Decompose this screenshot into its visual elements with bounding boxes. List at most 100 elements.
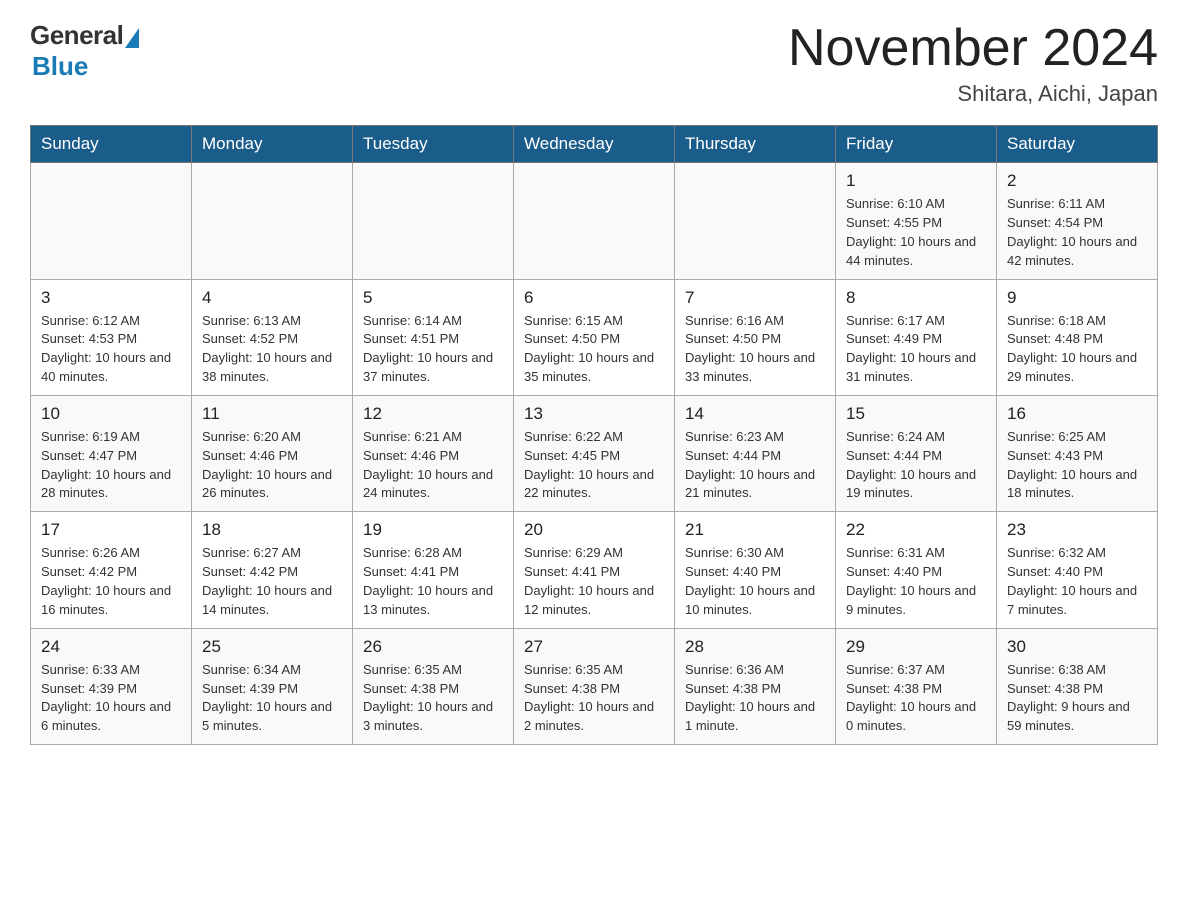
- day-info: Sunrise: 6:25 AMSunset: 4:43 PMDaylight:…: [1007, 428, 1147, 503]
- day-number: 16: [1007, 404, 1147, 424]
- table-row: 23 Sunrise: 6:32 AMSunset: 4:40 PMDayligh…: [997, 512, 1158, 628]
- day-info: Sunrise: 6:37 AMSunset: 4:38 PMDaylight:…: [846, 661, 986, 736]
- day-number: 9: [1007, 288, 1147, 308]
- page-header: General Blue November 2024 Shitara, Aich…: [30, 20, 1158, 107]
- table-row: 30Sunrise: 6:38 AMSunset: 4:38 PMDayligh…: [997, 628, 1158, 744]
- day-number: 27: [524, 637, 664, 657]
- day-number: 21: [685, 520, 825, 540]
- table-row: 10 Sunrise: 6:19 AMSunset: 4:47 PMDayligh…: [31, 395, 192, 511]
- day-number: 23: [1007, 520, 1147, 540]
- day-info: Sunrise: 6:29 AMSunset: 4:41 PMDaylight:…: [524, 544, 664, 619]
- day-info: Sunrise: 6:23 AMSunset: 4:44 PMDaylight:…: [685, 428, 825, 503]
- table-row: 11Sunrise: 6:20 AMSunset: 4:46 PMDayligh…: [192, 395, 353, 511]
- table-row: [192, 163, 353, 279]
- day-number: 14: [685, 404, 825, 424]
- logo-triangle-icon: [125, 28, 139, 48]
- day-number: 18: [202, 520, 342, 540]
- col-monday: Monday: [192, 126, 353, 163]
- table-row: 22 Sunrise: 6:31 AMSunset: 4:40 PMDayligh…: [836, 512, 997, 628]
- day-number: 25: [202, 637, 342, 657]
- col-wednesday: Wednesday: [514, 126, 675, 163]
- table-row: 27 Sunrise: 6:35 AMSunset: 4:38 PMDayligh…: [514, 628, 675, 744]
- table-row: 2 Sunrise: 6:11 AMSunset: 4:54 PMDaylight…: [997, 163, 1158, 279]
- table-row: 6 Sunrise: 6:15 AMSunset: 4:50 PMDaylight…: [514, 279, 675, 395]
- day-info: Sunrise: 6:26 AMSunset: 4:42 PMDaylight:…: [41, 544, 181, 619]
- table-row: 12 Sunrise: 6:21 AMSunset: 4:46 PMDayligh…: [353, 395, 514, 511]
- day-number: 20: [524, 520, 664, 540]
- title-area: November 2024 Shitara, Aichi, Japan: [788, 20, 1158, 107]
- table-row: 26 Sunrise: 6:35 AMSunset: 4:38 PMDayligh…: [353, 628, 514, 744]
- day-info: Sunrise: 6:12 AMSunset: 4:53 PMDaylight:…: [41, 312, 181, 387]
- table-row: [675, 163, 836, 279]
- day-info: Sunrise: 6:10 AMSunset: 4:55 PMDaylight:…: [846, 195, 986, 270]
- day-number: 1: [846, 171, 986, 191]
- day-info: Sunrise: 6:18 AMSunset: 4:48 PMDaylight:…: [1007, 312, 1147, 387]
- table-row: 28 Sunrise: 6:36 AMSunset: 4:38 PMDayligh…: [675, 628, 836, 744]
- table-row: [31, 163, 192, 279]
- day-info: Sunrise: 6:15 AMSunset: 4:50 PMDaylight:…: [524, 312, 664, 387]
- day-info: Sunrise: 6:36 AMSunset: 4:38 PMDaylight:…: [685, 661, 825, 736]
- table-row: [353, 163, 514, 279]
- day-number: 26: [363, 637, 503, 657]
- logo: General Blue: [30, 20, 139, 82]
- table-row: 7 Sunrise: 6:16 AMSunset: 4:50 PMDaylight…: [675, 279, 836, 395]
- day-number: 19: [363, 520, 503, 540]
- day-number: 22: [846, 520, 986, 540]
- table-row: 17 Sunrise: 6:26 AMSunset: 4:42 PMDayligh…: [31, 512, 192, 628]
- day-number: 12: [363, 404, 503, 424]
- table-row: 16 Sunrise: 6:25 AMSunset: 4:43 PMDayligh…: [997, 395, 1158, 511]
- day-info: Sunrise: 6:31 AMSunset: 4:40 PMDaylight:…: [846, 544, 986, 619]
- day-number: 28: [685, 637, 825, 657]
- day-number: 6: [524, 288, 664, 308]
- day-number: 2: [1007, 171, 1147, 191]
- col-thursday: Thursday: [675, 126, 836, 163]
- table-row: 20 Sunrise: 6:29 AMSunset: 4:41 PMDayligh…: [514, 512, 675, 628]
- table-row: 9 Sunrise: 6:18 AMSunset: 4:48 PMDaylight…: [997, 279, 1158, 395]
- calendar-week-row: 3 Sunrise: 6:12 AMSunset: 4:53 PMDaylight…: [31, 279, 1158, 395]
- day-info: Sunrise: 6:33 AMSunset: 4:39 PMDaylight:…: [41, 661, 181, 736]
- day-info: Sunrise: 6:13 AMSunset: 4:52 PMDaylight:…: [202, 312, 342, 387]
- day-number: 24: [41, 637, 181, 657]
- table-row: 21Sunrise: 6:30 AMSunset: 4:40 PMDayligh…: [675, 512, 836, 628]
- table-row: 4 Sunrise: 6:13 AMSunset: 4:52 PMDaylight…: [192, 279, 353, 395]
- day-info: Sunrise: 6:19 AMSunset: 4:47 PMDaylight:…: [41, 428, 181, 503]
- day-info: Sunrise: 6:16 AMSunset: 4:50 PMDaylight:…: [685, 312, 825, 387]
- day-info: Sunrise: 6:35 AMSunset: 4:38 PMDaylight:…: [363, 661, 503, 736]
- table-row: 1 Sunrise: 6:10 AMSunset: 4:55 PMDaylight…: [836, 163, 997, 279]
- day-number: 5: [363, 288, 503, 308]
- day-info: Sunrise: 6:11 AMSunset: 4:54 PMDaylight:…: [1007, 195, 1147, 270]
- table-row: 24 Sunrise: 6:33 AMSunset: 4:39 PMDayligh…: [31, 628, 192, 744]
- table-row: 29 Sunrise: 6:37 AMSunset: 4:38 PMDayligh…: [836, 628, 997, 744]
- day-info: Sunrise: 6:32 AMSunset: 4:40 PMDaylight:…: [1007, 544, 1147, 619]
- col-sunday: Sunday: [31, 126, 192, 163]
- day-info: Sunrise: 6:21 AMSunset: 4:46 PMDaylight:…: [363, 428, 503, 503]
- day-number: 29: [846, 637, 986, 657]
- table-row: 8Sunrise: 6:17 AMSunset: 4:49 PMDaylight…: [836, 279, 997, 395]
- day-number: 15: [846, 404, 986, 424]
- calendar-table: Sunday Monday Tuesday Wednesday Thursday…: [30, 125, 1158, 745]
- table-row: [514, 163, 675, 279]
- logo-general-text: General: [30, 20, 123, 51]
- day-number: 13: [524, 404, 664, 424]
- calendar-week-row: 17 Sunrise: 6:26 AMSunset: 4:42 PMDayligh…: [31, 512, 1158, 628]
- table-row: 3 Sunrise: 6:12 AMSunset: 4:53 PMDaylight…: [31, 279, 192, 395]
- day-info: Sunrise: 6:14 AMSunset: 4:51 PMDaylight:…: [363, 312, 503, 387]
- calendar-week-row: 1 Sunrise: 6:10 AMSunset: 4:55 PMDaylight…: [31, 163, 1158, 279]
- table-row: 13Sunrise: 6:22 AMSunset: 4:45 PMDayligh…: [514, 395, 675, 511]
- day-number: 4: [202, 288, 342, 308]
- day-info: Sunrise: 6:27 AMSunset: 4:42 PMDaylight:…: [202, 544, 342, 619]
- calendar-week-row: 24 Sunrise: 6:33 AMSunset: 4:39 PMDayligh…: [31, 628, 1158, 744]
- day-number: 30: [1007, 637, 1147, 657]
- table-row: 15 Sunrise: 6:24 AMSunset: 4:44 PMDayligh…: [836, 395, 997, 511]
- day-info: Sunrise: 6:34 AMSunset: 4:39 PMDaylight:…: [202, 661, 342, 736]
- month-title: November 2024: [788, 20, 1158, 77]
- day-number: 10: [41, 404, 181, 424]
- day-info: Sunrise: 6:17 AMSunset: 4:49 PMDaylight:…: [846, 312, 986, 387]
- day-info: Sunrise: 6:24 AMSunset: 4:44 PMDaylight:…: [846, 428, 986, 503]
- calendar-header-row: Sunday Monday Tuesday Wednesday Thursday…: [31, 126, 1158, 163]
- day-number: 3: [41, 288, 181, 308]
- day-number: 7: [685, 288, 825, 308]
- day-info: Sunrise: 6:35 AMSunset: 4:38 PMDaylight:…: [524, 661, 664, 736]
- day-number: 17: [41, 520, 181, 540]
- calendar-week-row: 10 Sunrise: 6:19 AMSunset: 4:47 PMDayligh…: [31, 395, 1158, 511]
